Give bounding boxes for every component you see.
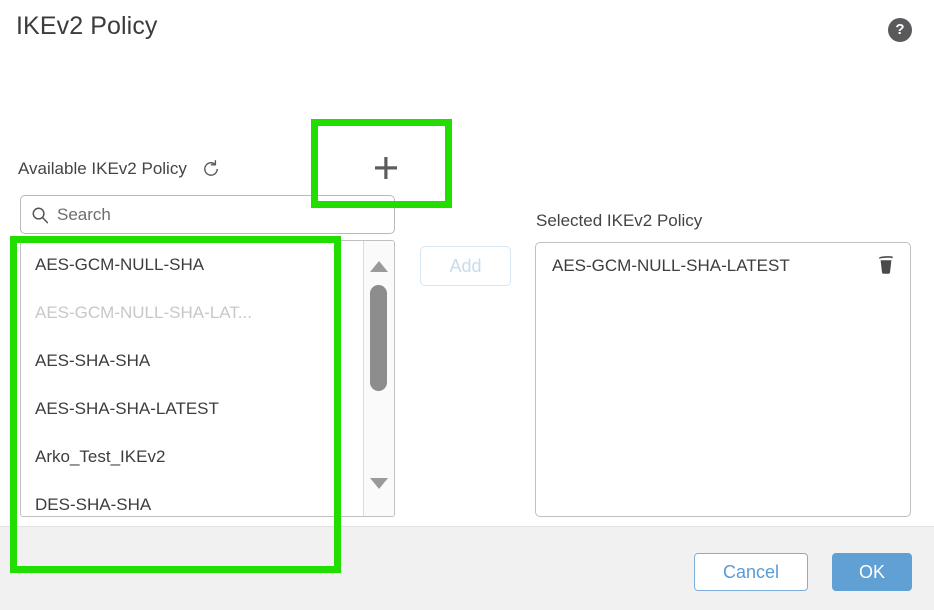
list-item[interactable]: AES-GCM-NULL-SHA — [21, 241, 363, 289]
dialog-body: Available IKEv2 Policy Search AES-GCM-NU… — [0, 64, 934, 573]
trash-icon[interactable] — [876, 253, 896, 280]
search-field[interactable] — [20, 195, 395, 234]
page-title: IKEv2 Policy — [16, 12, 158, 40]
search-input[interactable] — [57, 204, 384, 225]
available-policy-list[interactable]: AES-GCM-NULL-SHA AES-GCM-NULL-SHA-LAT...… — [20, 240, 395, 517]
refresh-icon[interactable] — [201, 159, 221, 179]
caret-up-icon[interactable] — [364, 255, 394, 277]
add-new-policy-button[interactable] — [370, 152, 402, 184]
selected-policy-name: AES-GCM-NULL-SHA-LATEST — [552, 256, 790, 275]
list-item[interactable]: AES-SHA-SHA-LATEST — [21, 385, 363, 433]
help-circle-icon[interactable]: ? — [888, 18, 912, 42]
ikev2-policy-dialog: IKEv2 Policy ? Available IKEv2 Policy Se… — [0, 0, 934, 610]
add-button[interactable]: Add — [420, 246, 511, 286]
list-item[interactable]: DES-SHA-SHA — [21, 481, 363, 516]
selected-policy-list: AES-GCM-NULL-SHA-LATEST — [535, 242, 911, 517]
list-item[interactable]: Arko_Test_IKEv2 — [21, 433, 363, 481]
caret-down-icon[interactable] — [364, 472, 394, 494]
search-icon — [31, 206, 49, 224]
available-policy-header: Available IKEv2 Policy — [18, 159, 221, 179]
available-policy-list-items: AES-GCM-NULL-SHA AES-GCM-NULL-SHA-LAT...… — [21, 241, 363, 516]
dialog-footer: Cancel OK — [0, 526, 934, 610]
list-scrollbar[interactable] — [363, 241, 394, 516]
list-item[interactable]: AES-SHA-SHA — [21, 337, 363, 385]
cancel-button[interactable]: Cancel — [694, 553, 808, 591]
plus-icon — [373, 155, 399, 181]
selected-policy-label: Selected IKEv2 Policy — [536, 211, 703, 230]
ok-button[interactable]: OK — [832, 553, 912, 591]
list-item[interactable]: AES-GCM-NULL-SHA-LATEST — [536, 243, 910, 289]
dialog-header: IKEv2 Policy ? — [0, 0, 934, 70]
available-policy-label: Available IKEv2 Policy — [18, 159, 187, 178]
list-item: AES-GCM-NULL-SHA-LAT... — [35, 303, 252, 322]
scrollbar-thumb[interactable] — [370, 285, 387, 391]
